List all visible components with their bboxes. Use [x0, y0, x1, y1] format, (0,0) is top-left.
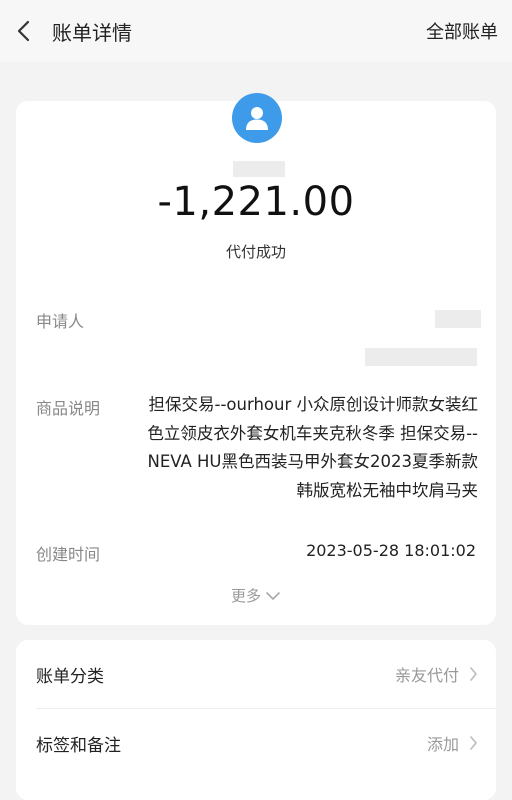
product-description: 担保交易--ourhour 小众原创设计师款女装红色立领皮衣外套女机车夹克秋冬季…	[147, 395, 478, 500]
created-time-label: 创建时间	[36, 545, 101, 564]
bill-category-value-group: 亲友代付	[395, 662, 478, 686]
tags-notes-value-group: 添加	[427, 731, 478, 755]
bill-amount: -1,221.00	[157, 179, 355, 225]
product-label: 商品说明	[36, 399, 101, 418]
header-left: 账单详情	[16, 17, 132, 46]
bill-detail-card: -1,221.00 代付成功 申请人 商品说明 担保交易--ourhour 小众…	[16, 93, 496, 625]
payee-name-redacted	[233, 161, 285, 177]
chevron-right-icon	[470, 736, 477, 750]
page-title: 账单详情	[52, 20, 132, 45]
more-label: 更多	[230, 587, 261, 605]
tags-notes-label: 标签和备注	[36, 735, 121, 756]
applicant-label: 申请人	[36, 312, 85, 331]
bill-category-value: 亲友代付	[394, 666, 459, 685]
chevron-right-icon	[470, 667, 477, 681]
more-button[interactable]: 更多	[16, 585, 496, 606]
back-arrow-icon[interactable]	[16, 20, 38, 42]
applicant-account-redacted	[365, 348, 477, 366]
top-navigation-bar: 账单详情 全部账单	[0, 0, 512, 62]
user-avatar-icon	[232, 93, 282, 143]
tags-notes-row[interactable]: 标签和备注 添加	[16, 709, 496, 777]
chevron-down-icon	[266, 591, 280, 600]
bill-category-row[interactable]: 账单分类 亲友代付	[16, 640, 496, 708]
bill-settings-card: 账单分类 亲友代付 标签和备注 添加	[16, 640, 496, 800]
tags-notes-add: 添加	[426, 735, 459, 754]
bill-category-label: 账单分类	[36, 666, 104, 687]
created-time-value: 2023-05-28 18:01:02	[306, 541, 476, 560]
all-bills-link[interactable]: 全部账单	[426, 18, 498, 44]
applicant-name-redacted	[435, 310, 481, 328]
bill-status: 代付成功	[225, 243, 286, 261]
